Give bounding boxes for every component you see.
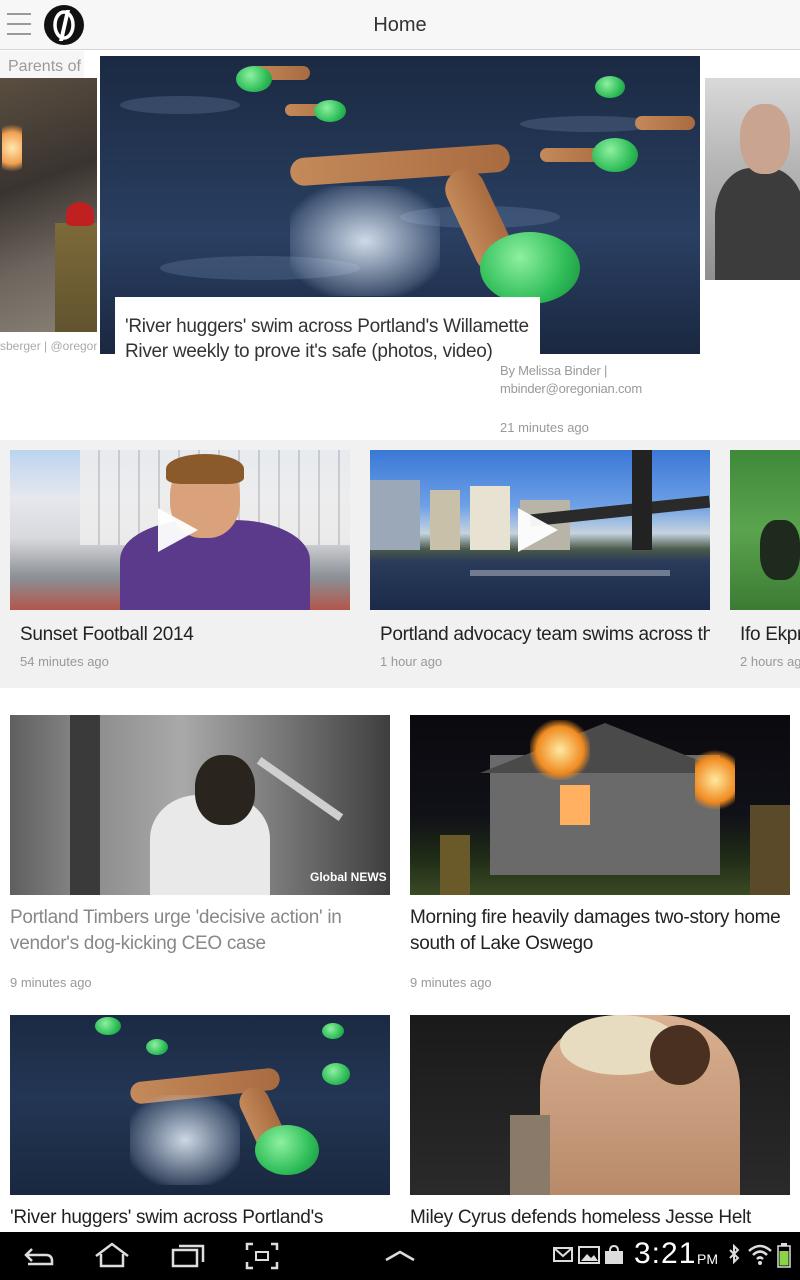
article-card[interactable]: Global NEWS Portland Timbers urge 'decis… bbox=[10, 715, 390, 990]
status-clock: 3:21 bbox=[634, 1237, 697, 1270]
article-card[interactable]: 'River huggers' swim across Portland's W… bbox=[10, 1015, 390, 1257]
carousel-prev-credit: sberger | @oregonian.com bbox=[0, 339, 97, 353]
video-card[interactable]: Sunset Football 2014 54 minutes ago bbox=[10, 450, 350, 669]
article-card[interactable]: Miley Cyrus defends homeless Jesse Helt … bbox=[410, 1015, 790, 1257]
hero-byline-email: mbinder@oregonian.com bbox=[500, 381, 642, 396]
wifi-icon bbox=[748, 1244, 772, 1265]
video-thumbnail[interactable] bbox=[370, 450, 710, 610]
hero-byline-name: By Melissa Binder | bbox=[500, 363, 608, 378]
video-card[interactable]: Portland advocacy team swims across th..… bbox=[370, 450, 710, 669]
video-card[interactable]: Ifo Ekpr 2 hours ago bbox=[730, 450, 800, 669]
home-icon[interactable] bbox=[92, 1240, 132, 1272]
recent-apps-icon[interactable] bbox=[170, 1240, 206, 1272]
video-thumbnail[interactable] bbox=[10, 450, 350, 610]
article-title[interactable]: Morning fire heavily damages two-story h… bbox=[410, 905, 790, 957]
system-navigation-bar: 3:21 PM bbox=[0, 1232, 800, 1280]
page-title: Home bbox=[373, 14, 427, 36]
hero-headline[interactable]: 'River huggers' swim across Portland's W… bbox=[125, 314, 530, 364]
bluetooth-icon bbox=[729, 1243, 740, 1265]
hero-timestamp: 21 minutes ago bbox=[500, 420, 589, 435]
battery-icon bbox=[777, 1243, 791, 1268]
back-icon[interactable] bbox=[22, 1240, 56, 1272]
status-clock-ampm: PM bbox=[697, 1251, 718, 1267]
play-icon[interactable] bbox=[518, 508, 558, 552]
video-thumbnail[interactable] bbox=[730, 450, 800, 610]
video-timestamp: 1 hour ago bbox=[380, 654, 443, 669]
email-notification-icon bbox=[553, 1247, 573, 1262]
hero-byline: By Melissa Binder | mbinder@oregonian.co… bbox=[500, 362, 642, 398]
article-timestamp: 9 minutes ago bbox=[10, 975, 92, 990]
video-title[interactable]: Portland advocacy team swims across th..… bbox=[380, 624, 710, 646]
shopping-bag-icon bbox=[605, 1244, 623, 1264]
featured-carousel[interactable]: sberger | @oregonian.com 'River huggers'… bbox=[0, 51, 800, 439]
action-bar: Home bbox=[0, 0, 800, 50]
gallery-notification-icon bbox=[578, 1246, 600, 1264]
article-timestamp: 9 minutes ago bbox=[410, 975, 492, 990]
article-card[interactable]: Morning fire heavily damages two-story h… bbox=[410, 715, 790, 990]
play-icon[interactable] bbox=[158, 508, 198, 552]
hero-caption[interactable]: 'River huggers' swim across Portland's W… bbox=[115, 297, 540, 362]
carousel-prev-image[interactable] bbox=[0, 78, 97, 332]
article-image[interactable] bbox=[410, 1015, 790, 1195]
video-strip[interactable]: Sunset Football 2014 54 minutes ago Port… bbox=[0, 440, 800, 688]
article-image[interactable] bbox=[10, 1015, 390, 1195]
chevron-up-icon[interactable] bbox=[384, 1240, 416, 1272]
video-timestamp: 54 minutes ago bbox=[20, 654, 109, 669]
video-timestamp: 2 hours ago bbox=[740, 654, 800, 669]
video-title[interactable]: Sunset Football 2014 bbox=[20, 624, 350, 646]
carousel-next-image[interactable] bbox=[705, 78, 800, 280]
screenshot-icon[interactable] bbox=[244, 1240, 280, 1272]
article-image[interactable] bbox=[410, 715, 790, 895]
article-title[interactable]: Portland Timbers urge 'decisive action' … bbox=[10, 905, 390, 957]
video-title[interactable]: Ifo Ekpr bbox=[740, 624, 800, 646]
video-watermark: Global NEWS bbox=[310, 870, 387, 884]
article-image[interactable]: Global NEWS bbox=[10, 715, 390, 895]
